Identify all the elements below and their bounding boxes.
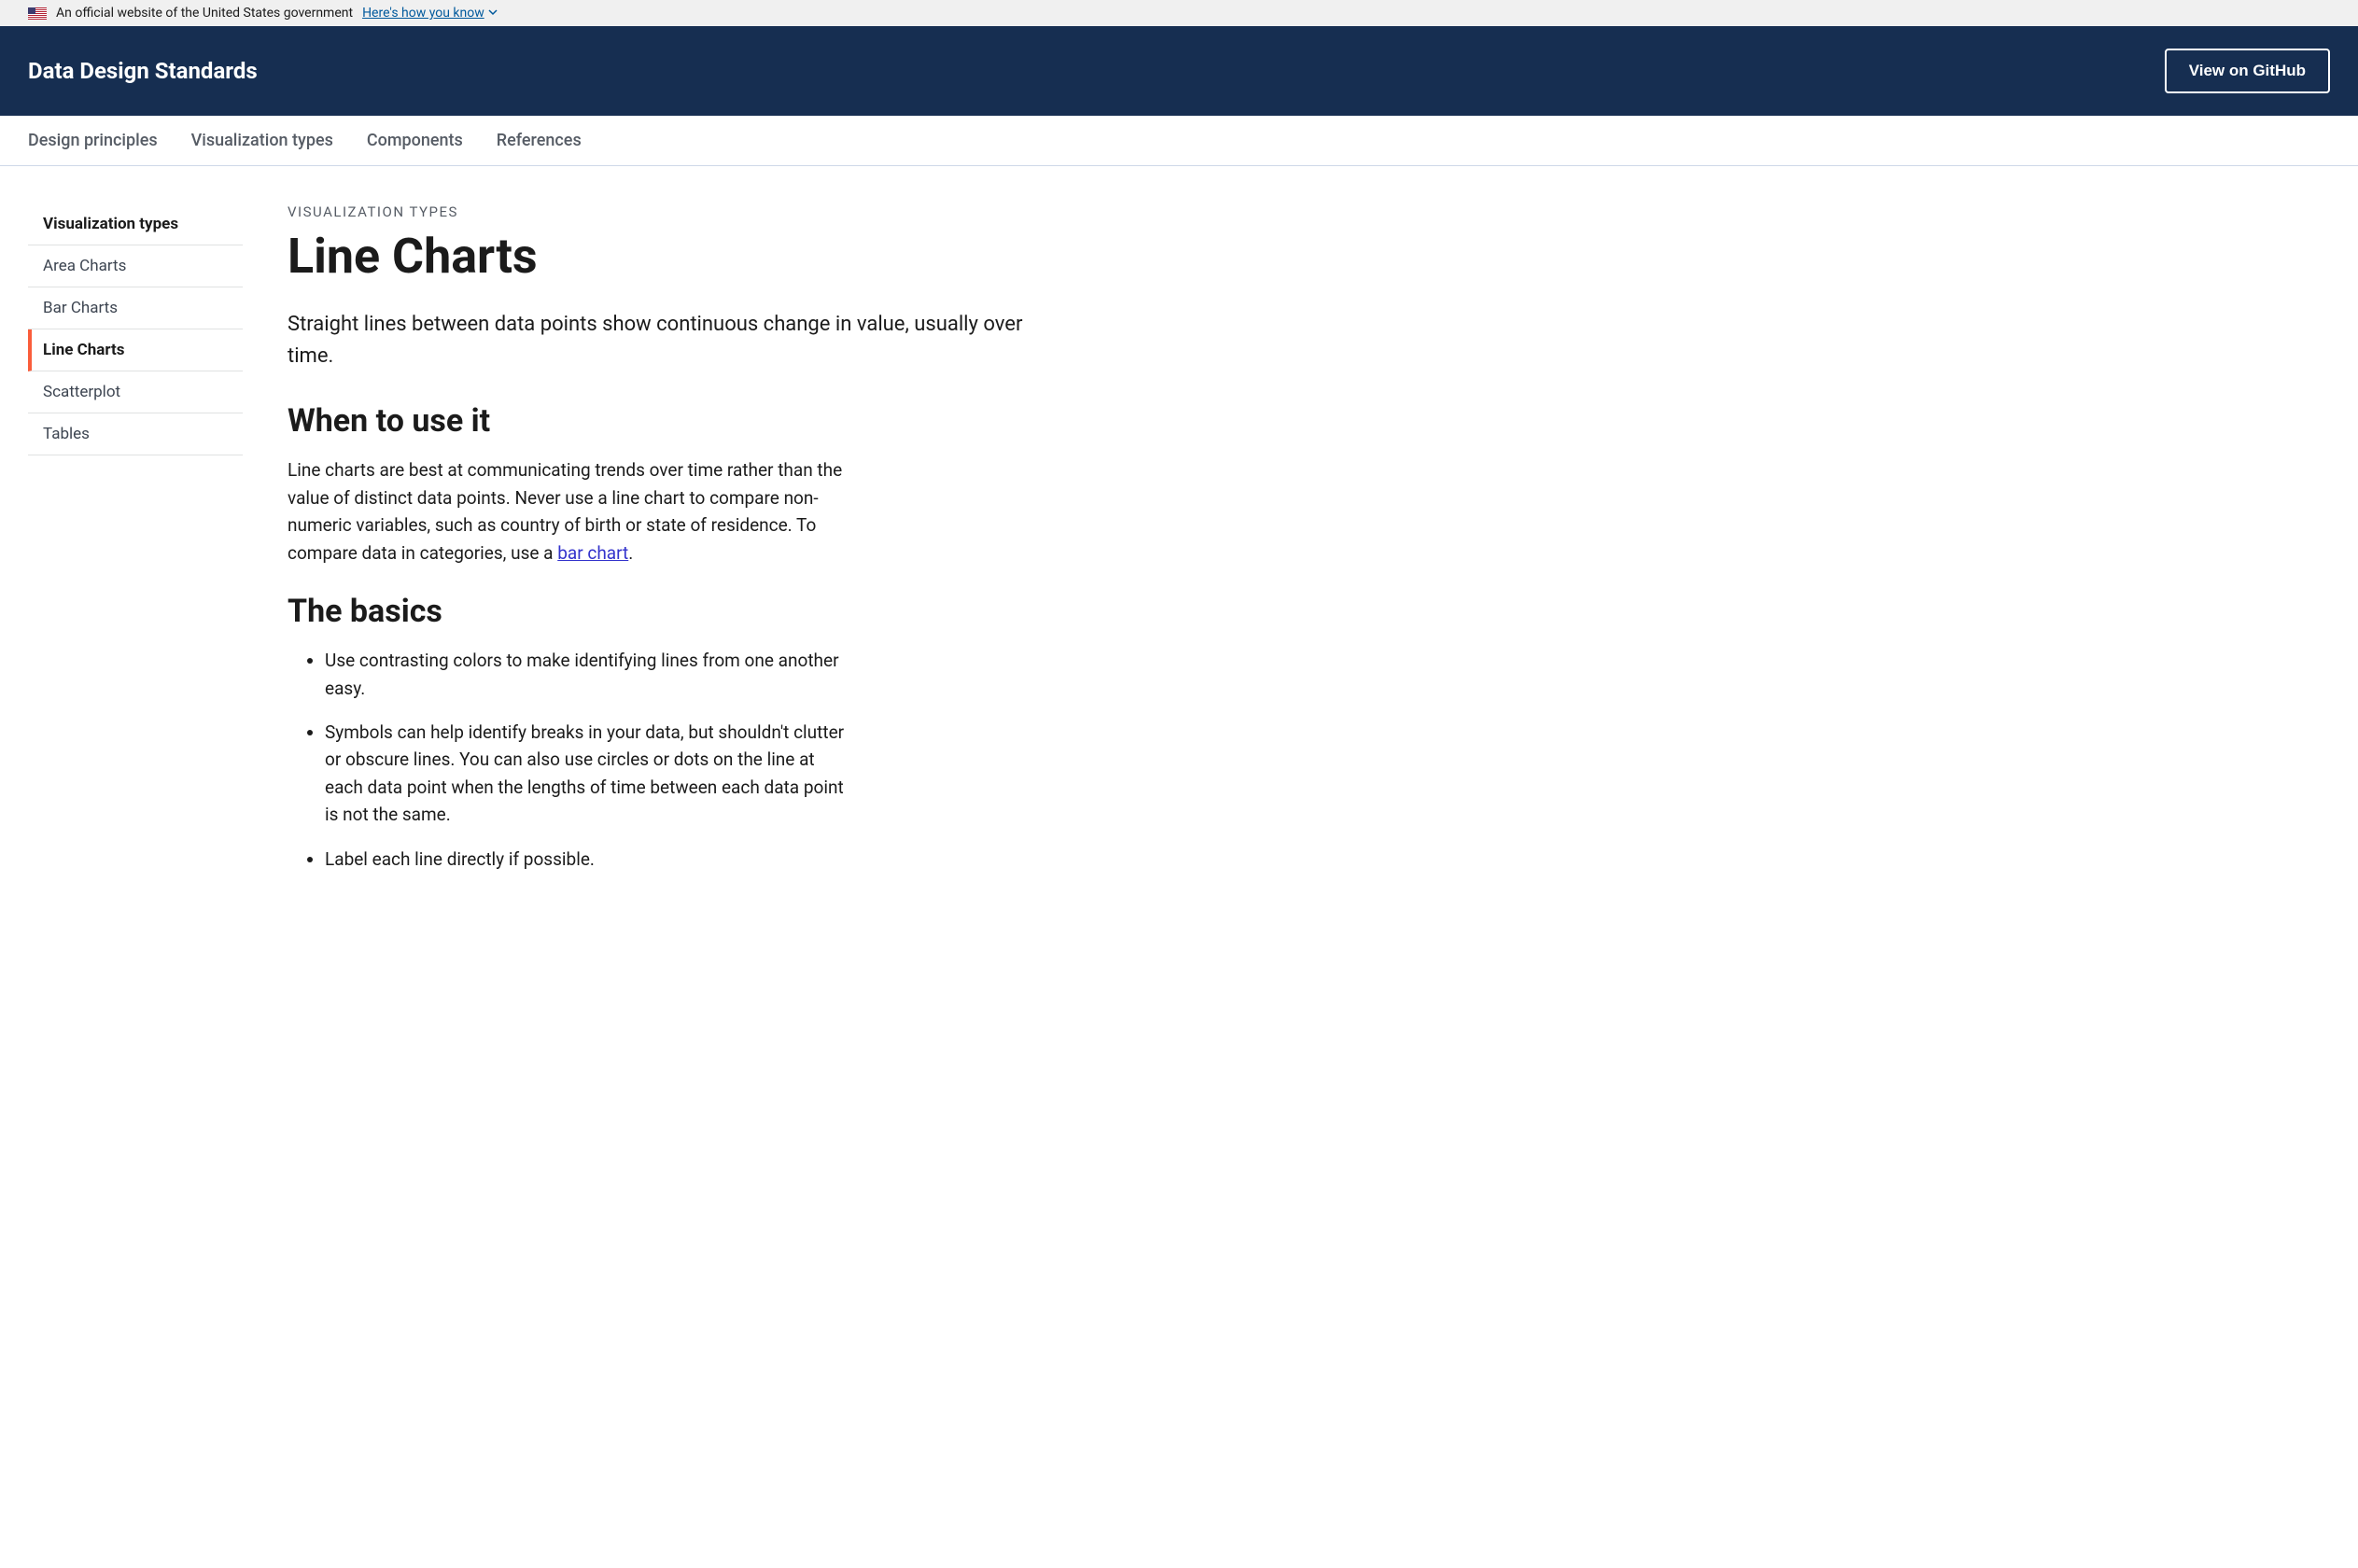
sidebar-item-scatterplot[interactable]: Scatterplot [28,371,243,413]
when-to-use-heading: When to use it [288,402,1053,440]
site-title[interactable]: Data Design Standards [28,58,258,84]
sidebar-item-visualization-types[interactable]: Visualization types [28,203,243,245]
bar-chart-link[interactable]: bar chart [557,542,628,564]
us-flag-icon [28,7,47,20]
sidebar-item-line-charts[interactable]: Line Charts [28,329,243,371]
nav-references[interactable]: References [497,116,582,165]
view-on-github-button[interactable]: View on GitHub [2165,49,2330,93]
when-text-after: . [628,542,633,564]
primary-nav: Design principles Visualization types Co… [0,116,2358,166]
intro-text: Straight lines between data points show … [288,309,1053,372]
sidebar: Visualization types Area Charts Bar Char… [28,203,243,889]
page-title: Line Charts [288,230,1053,283]
basics-heading: The basics [288,593,1053,630]
basics-list-item: Label each line directly if possible. [325,846,848,873]
gov-banner-text: An official website of the United States… [56,6,353,21]
basics-list: Use contrasting colors to make identifyi… [288,647,848,873]
when-to-use-text: Line charts are best at communicating tr… [288,456,848,567]
sidebar-item-bar-charts[interactable]: Bar Charts [28,287,243,329]
main-content: VISUALIZATION TYPES Line Charts Straight… [288,203,1053,889]
gov-banner-toggle-label: Here's how you know [362,6,484,21]
sidebar-item-area-charts[interactable]: Area Charts [28,245,243,287]
site-header: Data Design Standards View on GitHub [0,26,2358,116]
nav-design-principles[interactable]: Design principles [28,116,158,165]
gov-banner: An official website of the United States… [0,0,2358,26]
nav-visualization-types[interactable]: Visualization types [191,116,333,165]
sidebar-item-tables[interactable]: Tables [28,413,243,455]
page-container: Visualization types Area Charts Bar Char… [0,166,2358,927]
basics-list-item: Use contrasting colors to make identifyi… [325,647,848,702]
basics-list-item: Symbols can help identify breaks in your… [325,719,848,829]
nav-components[interactable]: Components [367,116,463,165]
eyebrow-label: VISUALIZATION TYPES [288,203,1053,220]
gov-banner-toggle[interactable]: Here's how you know [362,6,498,21]
chevron-down-icon [488,6,498,21]
